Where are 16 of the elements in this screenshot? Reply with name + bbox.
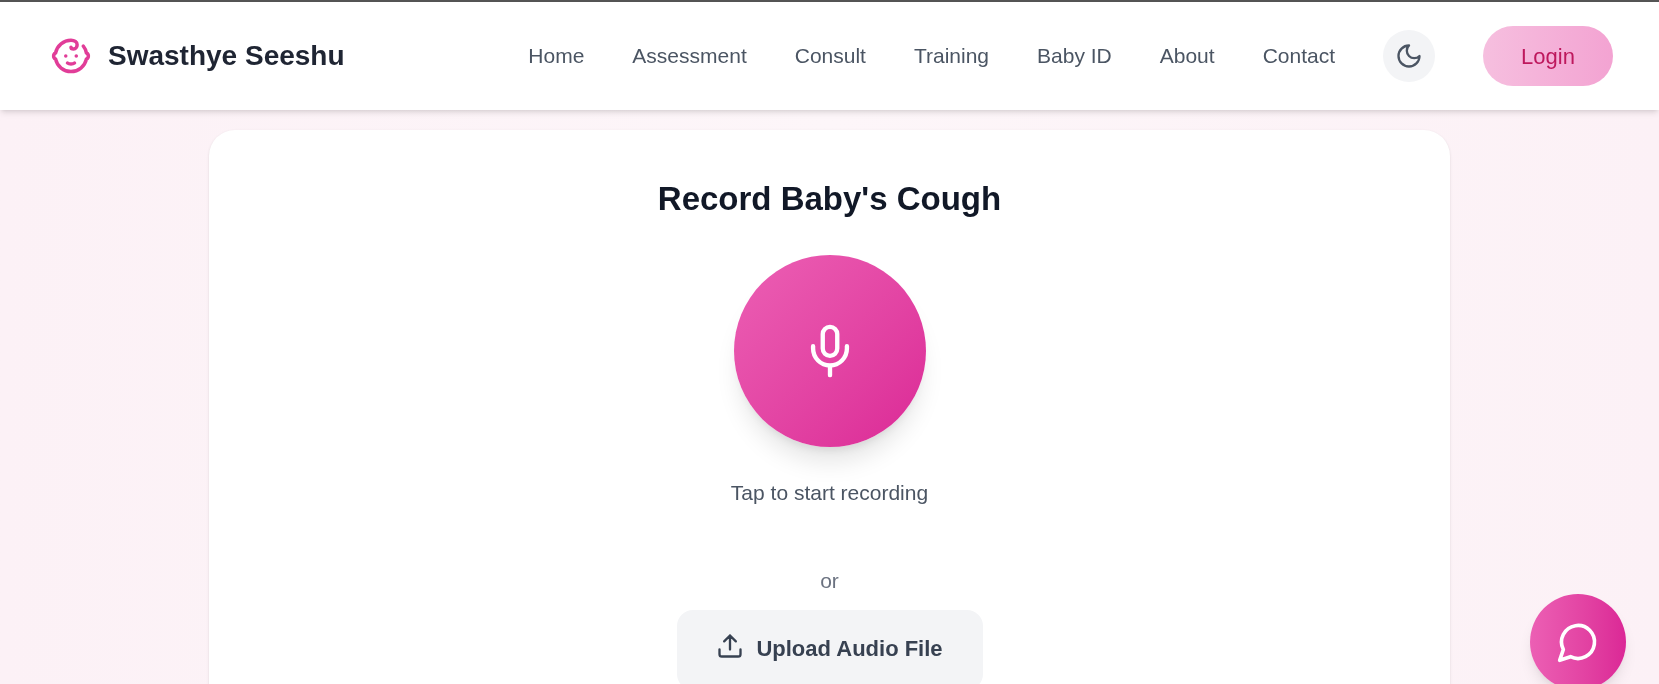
separator-text: or	[820, 567, 839, 594]
moon-icon	[1395, 42, 1423, 70]
theme-toggle-button[interactable]	[1383, 30, 1435, 82]
nav-link[interactable]: Baby ID	[1037, 40, 1112, 72]
upload-audio-button[interactable]: Upload Audio File	[676, 610, 983, 684]
upload-icon	[716, 632, 745, 661]
recording-hint: Tap to start recording	[730, 480, 929, 507]
brand-name: Swasthye Seeshu	[108, 39, 345, 73]
nav-link[interactable]: Assessment	[632, 40, 747, 72]
nav-link[interactable]: Training	[913, 40, 990, 72]
nav-link[interactable]: Consult	[794, 40, 866, 72]
card-title: Record Baby's Cough	[657, 179, 1002, 219]
nav-link[interactable]: Contact	[1262, 40, 1335, 72]
nav-link[interactable]: Home	[528, 40, 585, 72]
nav-link[interactable]: About	[1159, 40, 1215, 72]
login-button[interactable]: Login	[1483, 26, 1613, 86]
